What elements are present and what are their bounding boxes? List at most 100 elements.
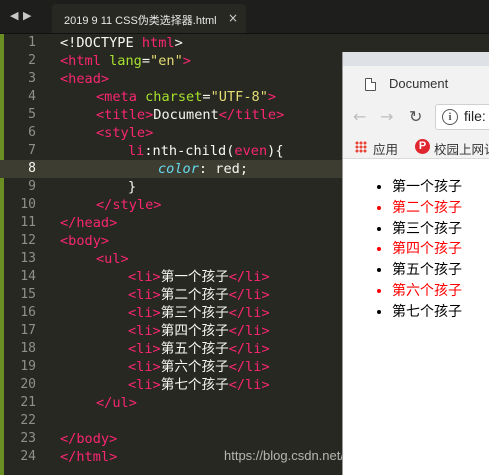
code-text: <li>第三个孩子</li>: [128, 304, 270, 322]
doctype-end: >: [174, 35, 183, 51]
reload-icon[interactable]: ↻: [409, 107, 422, 126]
tag-token: <head>: [60, 71, 110, 87]
tag-token: >: [182, 53, 191, 69]
line-number: 4: [28, 89, 36, 104]
tag-token: >: [267, 89, 277, 105]
property-token: color: [158, 161, 199, 177]
string-token: "UTF-8": [210, 89, 268, 105]
line-number: 14: [20, 269, 36, 284]
code-text: <title>Document</title>: [96, 106, 284, 124]
line-number: 10: [20, 197, 36, 212]
line-number: 18: [20, 341, 36, 356]
eq-token: =: [202, 89, 211, 105]
p-icon: P: [415, 139, 430, 154]
list-item-even: 第六个孩子: [392, 281, 462, 302]
list-item: 第一个孩子: [392, 177, 462, 198]
info-icon[interactable]: i: [442, 109, 458, 125]
code-text: <li>第七个孩子</li>: [128, 376, 270, 394]
code-text: <body>: [60, 232, 109, 250]
tag-token: </li>: [228, 323, 270, 339]
bookmark-apps[interactable]: 应用: [373, 139, 398, 158]
tag-token: </ul>: [96, 395, 137, 411]
list-item: 第三个孩子: [392, 219, 462, 240]
address-url: file:: [464, 108, 486, 124]
text-token: 第七个孩子: [160, 377, 229, 393]
nav-left-icon[interactable]: ◀: [10, 9, 18, 22]
forward-arrow-icon[interactable]: →: [380, 107, 393, 126]
line-number: 20: [20, 377, 36, 392]
browser-toolbar: ← → ↻ i file:: [343, 96, 489, 136]
tag-token: </head>: [60, 215, 118, 231]
code-text: <li>第一个孩子</li>: [128, 268, 270, 286]
text-token: 第四个孩子: [160, 323, 229, 339]
code-text: <!DOCTYPE html>: [60, 34, 183, 52]
apps-grid-icon[interactable]: [355, 141, 367, 153]
back-arrow-icon[interactable]: ←: [353, 107, 366, 126]
code-text: <li>第二个孩子</li>: [128, 286, 270, 304]
text-token: 第六个孩子: [160, 359, 229, 375]
list-item-even: 第二个孩子: [392, 198, 462, 219]
page-content: 第一个孩子 第二个孩子 第三个孩子 第四个孩子 第五个孩子 第六个孩子 第七个孩…: [343, 159, 489, 475]
tag-token: <li>: [128, 359, 161, 375]
tag-token: <style>: [96, 125, 154, 141]
text-token: Document: [153, 107, 219, 123]
line-number: 9: [28, 179, 36, 194]
pseudo-token: :nth-child(: [144, 143, 235, 159]
tag-token: <li>: [128, 305, 161, 321]
code-line: 1 <!DOCTYPE html>: [0, 34, 489, 52]
tag-token: </li>: [228, 269, 270, 285]
tag-token: <li>: [128, 269, 161, 285]
code-text: <li>第四个孩子</li>: [128, 322, 270, 340]
code-text: <li>第六个孩子</li>: [128, 358, 270, 376]
tag-token: </html>: [60, 449, 118, 465]
line-number: 8: [28, 161, 36, 176]
doctype-keyword: <!DOCTYPE: [60, 35, 142, 51]
tag-token: <li>: [128, 287, 161, 303]
tag-token: </li>: [228, 305, 270, 321]
editor-tab[interactable]: 2019 9 11 CSS伪类选择器.html ×: [52, 4, 246, 33]
line-number: 16: [20, 305, 36, 320]
selector-token: li: [128, 143, 145, 159]
code-text: </style>: [96, 196, 161, 214]
list-item: 第五个孩子: [392, 260, 462, 281]
editor-tab-title: 2019 9 11 CSS伪类选择器.html: [64, 15, 217, 27]
tag-token: </body>: [60, 431, 118, 447]
line-number: 22: [20, 413, 36, 428]
line-number: 2: [28, 53, 36, 68]
tag-token: <title>: [96, 107, 154, 123]
bookmark-campus-login[interactable]: 校园上网认: [434, 139, 489, 158]
list-item-even: 第四个孩子: [392, 239, 462, 260]
code-text: </ul>: [96, 394, 137, 412]
semicolon-token: ;: [239, 161, 249, 177]
close-icon[interactable]: ×: [228, 11, 238, 25]
nav-right-icon[interactable]: ▶: [23, 9, 31, 22]
code-text: color: red;: [158, 160, 248, 178]
brace-token: }: [128, 179, 137, 195]
code-text: <ul>: [96, 250, 129, 268]
tag-token: </li>: [228, 287, 270, 303]
attr-token: charset: [136, 89, 203, 105]
line-number: 6: [28, 125, 36, 140]
tag-token: <meta: [96, 89, 137, 105]
line-number: 3: [28, 71, 36, 86]
tag-token: </li>: [228, 359, 270, 375]
list-item: 第七个孩子: [392, 302, 462, 323]
string-token: "en": [150, 53, 183, 69]
text-token: 第二个孩子: [160, 287, 229, 303]
line-number: 19: [20, 359, 36, 374]
children-list: 第一个孩子 第二个孩子 第三个孩子 第四个孩子 第五个孩子 第六个孩子 第七个孩…: [343, 177, 462, 323]
editor-tab-bar: ◀ ▶ 2019 9 11 CSS伪类选择器.html ×: [0, 0, 489, 34]
eq-token: =: [141, 53, 151, 69]
tag-token: <li>: [128, 377, 161, 393]
line-number: 21: [20, 395, 36, 410]
address-bar[interactable]: i file:: [435, 104, 489, 130]
pseudo-arg-token: even: [234, 143, 268, 159]
line-number: 15: [20, 287, 36, 302]
code-text: <html lang="en">: [60, 52, 191, 70]
browser-tab-strip: [343, 52, 489, 66]
line-number: 1: [28, 35, 36, 50]
tag-token: </li>: [228, 341, 270, 357]
brace-token: ){: [267, 143, 284, 159]
text-token: 第一个孩子: [160, 269, 229, 285]
browser-tab[interactable]: Document: [343, 66, 489, 96]
